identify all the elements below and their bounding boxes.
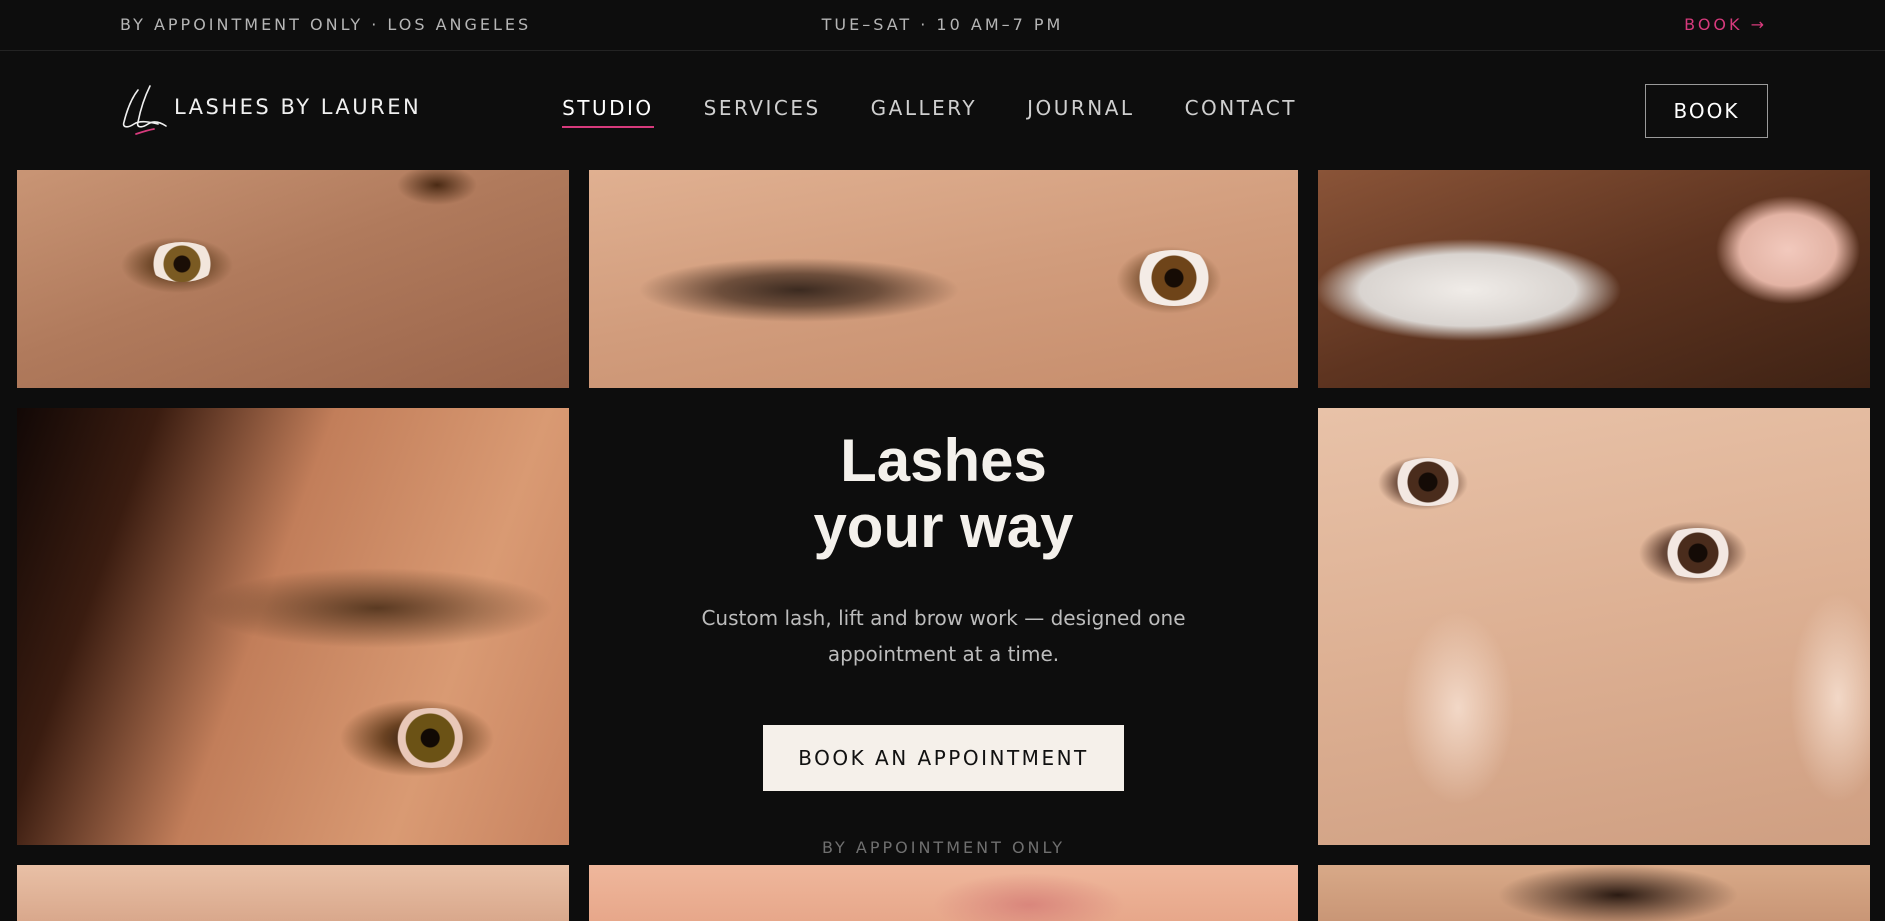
- gallery-photo-bottom-right: [1318, 865, 1870, 921]
- hero-title-line-1: Lashes: [840, 427, 1047, 494]
- nav-item-journal[interactable]: JOURNAL: [1027, 96, 1134, 128]
- hours-text: TUE–SAT · 10 AM–7 PM: [821, 15, 1064, 34]
- gallery-photo-bottom-center: [589, 865, 1298, 921]
- eye-detail: [1129, 250, 1219, 306]
- eye-detail: [1653, 528, 1743, 578]
- nav-item-services[interactable]: SERVICES: [704, 96, 821, 128]
- gallery-photo-wet-lashes: [17, 408, 569, 845]
- hero-section: Lashes your way Custom lash, lift and br…: [589, 408, 1298, 865]
- gallery-photo-lashes-closeup: [17, 170, 569, 388]
- hero-title: Lashes your way: [589, 428, 1298, 560]
- nav-item-gallery[interactable]: GALLERY: [871, 96, 977, 128]
- nav-item-studio[interactable]: STUDIO: [562, 96, 654, 128]
- gallery-photo-lash-application: [1318, 170, 1870, 388]
- gallery-photo-bottom-left: [17, 865, 569, 921]
- hero-title-line-2: your way: [813, 493, 1074, 560]
- gallery-photo-face-closeup: [1318, 408, 1870, 845]
- hero-subtitle: Custom lash, lift and brow work — design…: [701, 606, 1186, 666]
- eye-detail: [147, 242, 217, 282]
- nav-item-contact[interactable]: CONTACT: [1185, 96, 1297, 128]
- gallery-photo-brow-eye: [589, 170, 1298, 388]
- topbar-book-link[interactable]: BOOK →: [1684, 15, 1767, 34]
- appointment-note: BY APPOINTMENT ONLY: [821, 838, 1066, 857]
- main-nav: LASHES BY LAUREN STUDIO SERVICES GALLERY…: [0, 52, 1885, 170]
- eye-detail: [387, 708, 477, 768]
- nav-book-button[interactable]: BOOK: [1645, 84, 1768, 138]
- book-appointment-button[interactable]: BOOK AN APPOINTMENT: [763, 725, 1124, 791]
- top-utility-bar: BY APPOINTMENT ONLY · LOS ANGELES TUE–SA…: [0, 0, 1885, 51]
- eye-detail: [1388, 458, 1468, 506]
- primary-menu: STUDIO SERVICES GALLERY JOURNAL CONTACT: [0, 96, 1885, 128]
